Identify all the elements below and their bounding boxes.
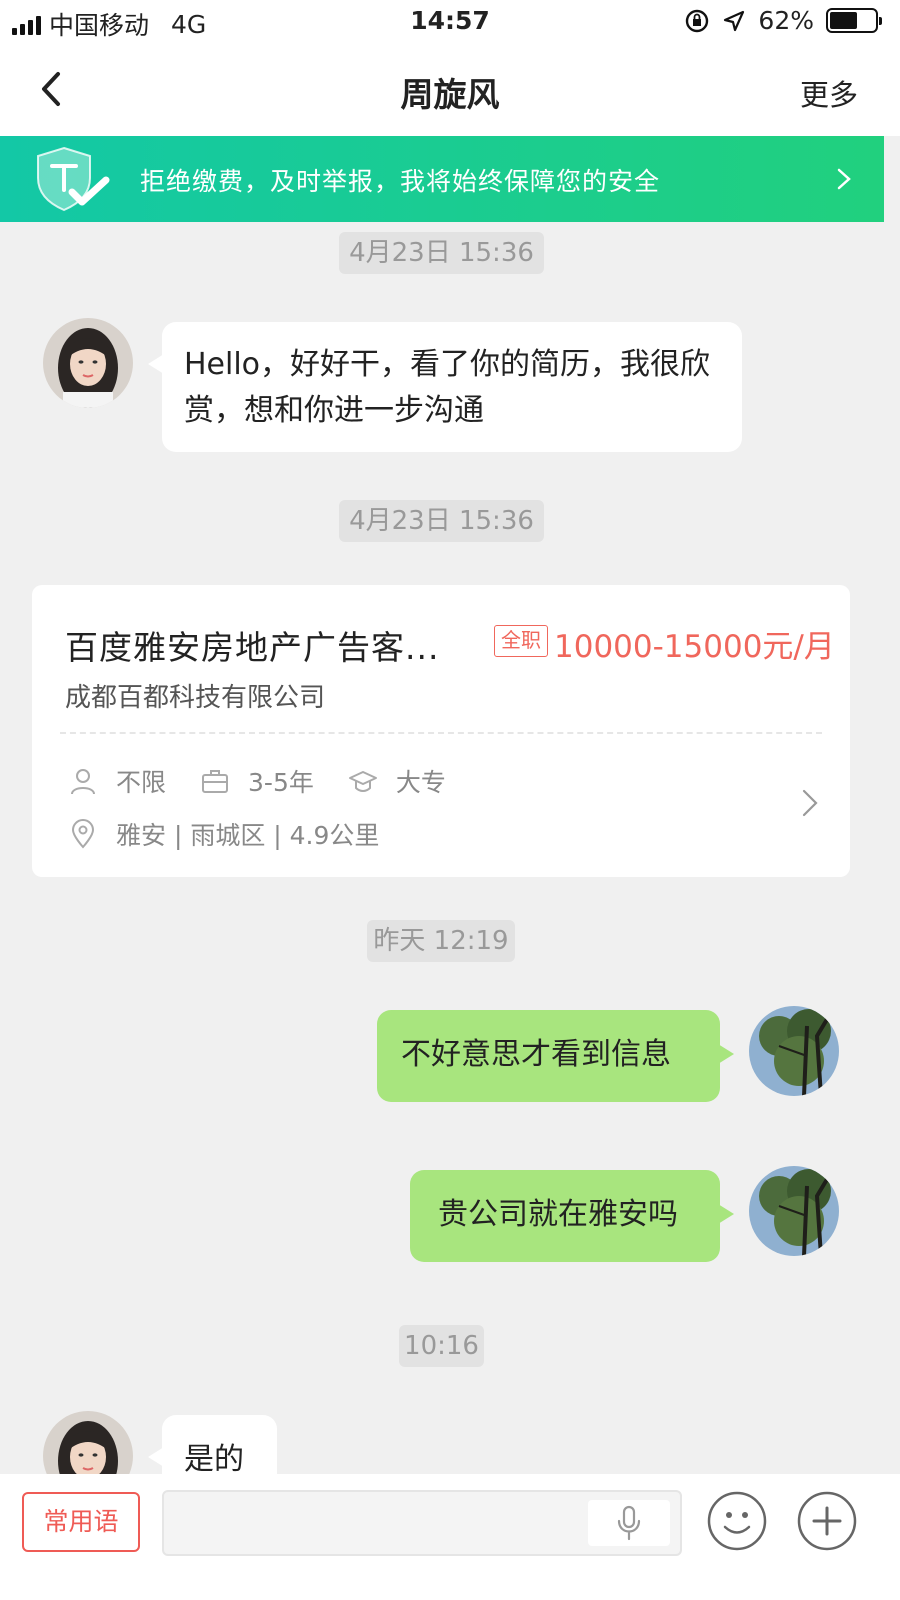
- education-value: 大专: [395, 768, 446, 797]
- location-pin-icon: [71, 819, 95, 849]
- person-icon: [71, 769, 95, 795]
- headcount-value: 不限: [116, 768, 167, 797]
- user-avatar[interactable]: [749, 1166, 839, 1256]
- message-bubble-sent: 不好意思才看到信息: [377, 1010, 734, 1102]
- location-arrow-icon: [724, 10, 745, 31]
- status-bar: 中国移动 4G 14:57 62%: [0, 0, 900, 44]
- job-card[interactable]: 百度雅安房地产广告客... 全职 10000-15000元/月 成都百都科技有限…: [32, 585, 850, 877]
- company-name: 成都百都科技有限公司: [65, 683, 326, 713]
- user-avatar[interactable]: [749, 1006, 839, 1096]
- job-title: 百度雅安房地产广告客...: [65, 628, 440, 667]
- timestamp: 4月23日 15:36: [339, 500, 544, 542]
- timestamp: 10:16: [399, 1325, 484, 1367]
- message-bubble-received: Hello，好好干，看了你的简历，我很欣赏，想和你进一步沟通: [148, 322, 742, 452]
- message-input[interactable]: [162, 1490, 682, 1556]
- job-salary: 10000-15000元/月: [554, 629, 835, 665]
- job-type-tag: 全职: [494, 625, 548, 657]
- divider: [60, 732, 822, 734]
- job-location: 雅安 | 雨城区 | 4.9公里: [68, 816, 413, 852]
- safety-banner[interactable]: 拒绝缴费，及时举报，我将始终保障您的安全: [0, 136, 884, 222]
- briefcase-icon: [202, 770, 229, 793]
- page-title: 周旋风: [400, 75, 500, 114]
- emoji-icon[interactable]: [706, 1490, 768, 1552]
- location-value: 雅安 | 雨城区 | 4.9公里: [116, 821, 380, 850]
- experience-value: 3-5年: [248, 768, 314, 797]
- rotation-lock-icon: [686, 9, 709, 32]
- chevron-right-icon: [837, 168, 851, 190]
- battery-percent: 62%: [758, 6, 814, 35]
- chevron-right-icon: [802, 789, 818, 817]
- more-button[interactable]: 更多: [800, 72, 858, 114]
- graduation-cap-icon: [348, 771, 377, 792]
- battery-icon: [826, 8, 882, 33]
- recruiter-avatar[interactable]: [43, 318, 133, 408]
- add-icon[interactable]: [796, 1490, 858, 1552]
- message-bubble-sent: 贵公司就在雅安吗: [410, 1170, 734, 1262]
- microphone-icon: [617, 1505, 641, 1541]
- common-phrases-button[interactable]: 常用语: [22, 1492, 140, 1552]
- nav-bar: 周旋风 更多: [0, 44, 900, 136]
- voice-input-button[interactable]: [588, 1500, 670, 1546]
- banner-text: 拒绝缴费，及时举报，我将始终保障您的安全: [140, 167, 661, 196]
- shield-check-icon: [37, 146, 110, 212]
- timestamp: 4月23日 15:36: [339, 232, 544, 274]
- job-requirements: 不限 3-5年 大专: [68, 763, 480, 799]
- input-bar: 常用语: [0, 1474, 900, 1600]
- timestamp: 昨天 12:19: [367, 920, 515, 962]
